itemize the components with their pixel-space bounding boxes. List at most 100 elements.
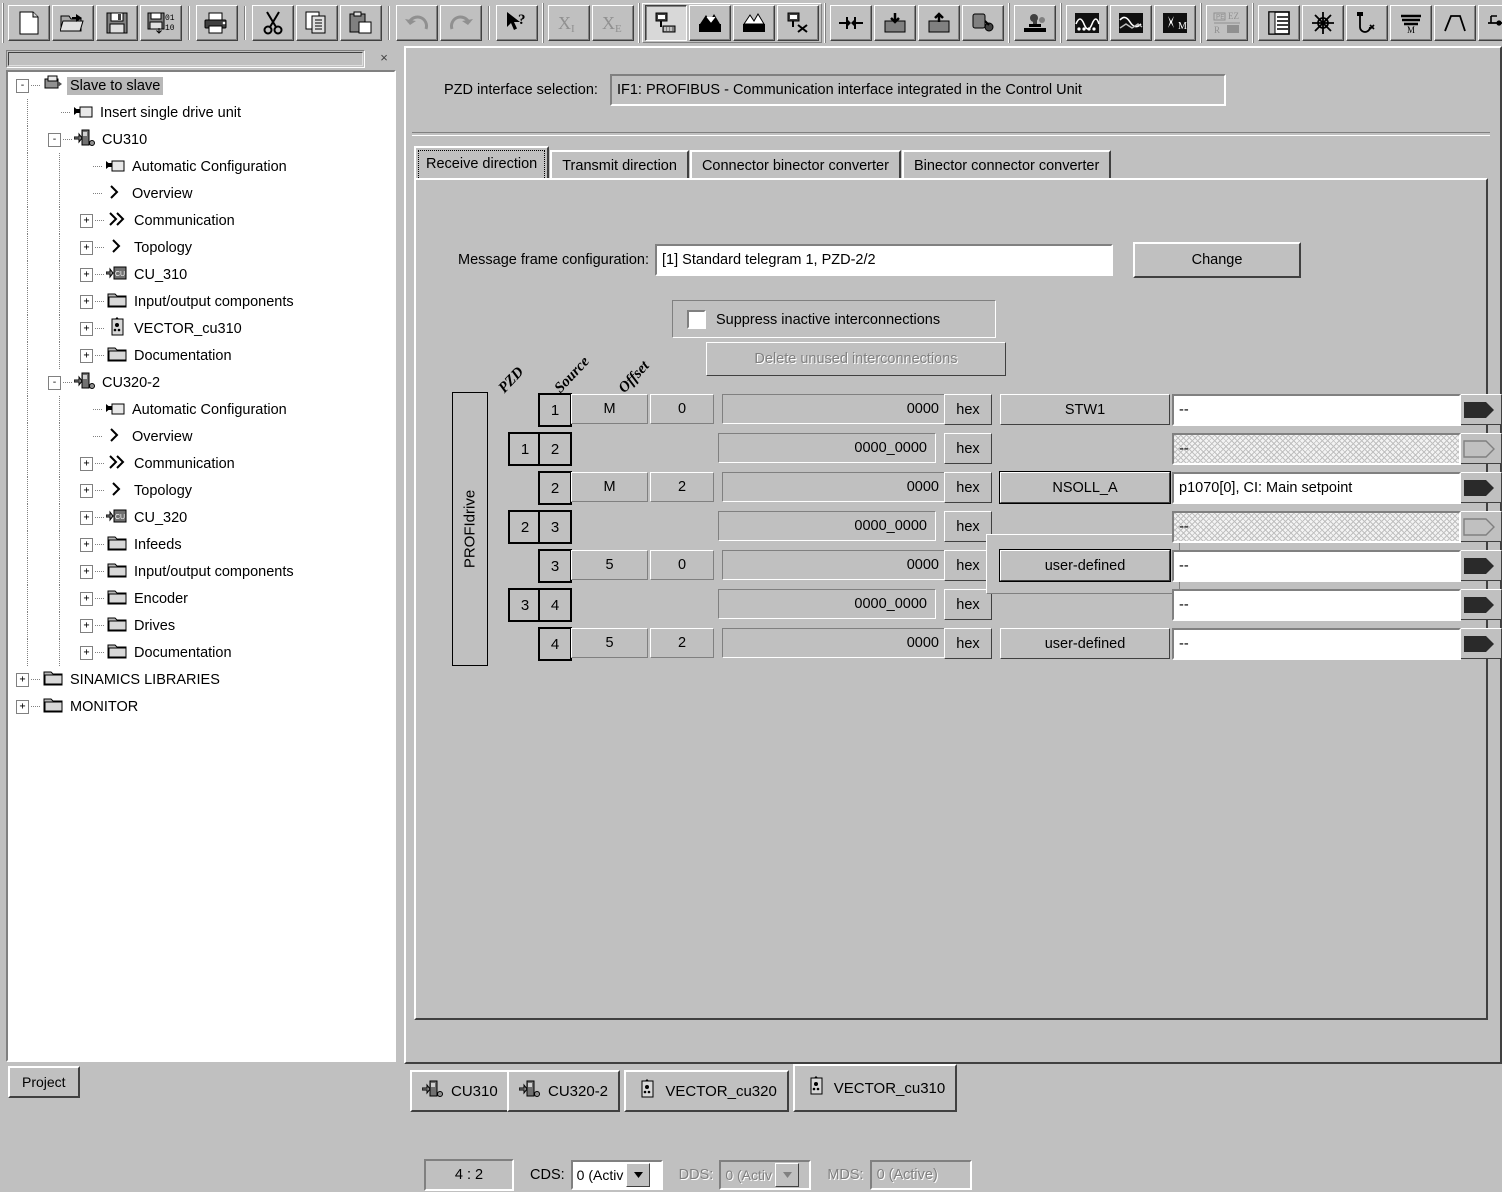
measuring-function-icon[interactable]: M [1154,4,1196,41]
tree-item[interactable]: + Infeeds [8,531,394,558]
cut-icon[interactable] [252,4,294,41]
pzd-interface-value[interactable]: IF1: PROFIBUS - Communication interface … [609,74,1226,106]
value-field[interactable]: 0000_0000 [718,433,936,463]
tree-expand-toggle[interactable]: + [16,699,29,714]
upload-from-target-icon[interactable] [733,4,775,41]
value-field[interactable]: 0000 [722,550,948,580]
trace-icon[interactable] [1066,4,1108,41]
value-field[interactable]: 0000_0000 [718,589,936,619]
signal-name-button[interactable]: STW1 [1000,394,1170,425]
hex-toggle-button[interactable]: hex [944,550,992,581]
tree-item[interactable]: + VECTOR_cu310 [8,315,394,342]
tree-expand-toggle[interactable]: + [80,645,93,660]
load-from-filesystem-icon[interactable] [918,4,960,41]
help-pointer-icon[interactable]: ? [496,4,538,41]
suppress-inactive-checkbox[interactable] [687,310,706,329]
tree-collapse-toggle[interactable]: - [48,375,61,390]
tree-item[interactable]: - Slave to slave [8,72,394,99]
value-field[interactable]: 0000 [722,472,948,502]
tree-item[interactable]: + Topology [8,234,394,261]
signal-flow-icon[interactable] [1478,4,1502,41]
tab-receive-direction[interactable]: Receive direction [414,146,550,180]
interconnection-field[interactable]: -- [1172,589,1461,621]
connector-filled-icon[interactable] [1456,589,1502,620]
activate-offline-icon[interactable] [962,4,1004,41]
tree-item[interactable]: Automatic Configuration [8,153,394,180]
signal-name-button[interactable]: user-defined [1000,628,1170,659]
tree-expand-toggle[interactable]: + [80,591,93,606]
print-icon[interactable] [196,4,238,41]
device-trace-icon[interactable] [1302,4,1344,41]
tab-project[interactable]: Project [8,1066,80,1098]
tree-item[interactable]: + CU CU_310 [8,261,394,288]
tree-expand-toggle[interactable]: + [80,510,93,525]
interconnection-field[interactable]: -- [1172,628,1461,660]
tree-item[interactable]: + Communication [8,207,394,234]
compare-icon[interactable] [830,4,872,41]
new-document-icon[interactable] [8,4,50,41]
connector-filled-icon[interactable] [1456,394,1502,425]
parameter-list-icon[interactable] [1258,4,1300,41]
tab-transmit-direction[interactable]: Transmit direction [550,150,689,180]
tree-item[interactable]: + CU CU_320 [8,504,394,531]
interconnection-field[interactable]: -- [1172,394,1461,426]
download-to-target-icon[interactable] [689,4,731,41]
tree-item[interactable]: Insert single drive unit [8,99,394,126]
offset-cell[interactable]: 2 [650,628,714,658]
source-cell[interactable]: 5 [571,550,648,580]
source-cell[interactable]: 5 [571,628,648,658]
tree-expand-toggle[interactable]: + [80,294,93,309]
chevron-down-icon[interactable] [626,1163,651,1187]
interconnection-field[interactable]: -- [1172,433,1461,465]
document-tab[interactable]: VECTOR_cu310 [792,1064,958,1112]
project-tree[interactable]: - Slave to slave Insert single drive unit -… [6,70,396,1062]
offset-cell[interactable]: 2 [650,472,714,502]
ez-report-icon[interactable]: PE EZ R [1206,4,1248,41]
connector-empty-icon[interactable] [1456,511,1502,542]
motor-data-icon[interactable]: M [1390,4,1432,41]
tree-item[interactable]: + Documentation [8,342,394,369]
connect-target-system-icon[interactable] [645,4,687,41]
dds-select[interactable]: 0 (Activ [719,1160,812,1190]
source-cell[interactable]: M [571,472,648,502]
document-tab[interactable]: CU320-2 [507,1070,621,1112]
load-to-filesystem-icon[interactable] [874,4,916,41]
copy-icon[interactable] [296,4,338,41]
tree-collapse-toggle[interactable]: - [48,132,61,147]
hex-toggle-button[interactable]: hex [944,589,992,620]
value-field[interactable]: 0000 [722,628,948,658]
source-cell[interactable]: M [571,394,648,424]
signal-name-button[interactable]: NSOLL_A [999,471,1171,504]
chevron-down-icon[interactable] [775,1163,799,1187]
expert-list-import-icon[interactable]: XI [548,4,590,41]
tab-binector-connector-converter[interactable]: Binector connector converter [901,150,1112,180]
document-tab[interactable]: VECTOR_cu320 [624,1070,789,1112]
value-field[interactable]: 0000_0000 [718,511,936,541]
tree-item[interactable]: + Communication [8,450,394,477]
function-generator-icon[interactable] [1110,4,1152,41]
delete-unused-interconnections-button[interactable]: Delete unused interconnections [706,342,1006,376]
save-compile-icon[interactable]: 01 10 [140,4,182,41]
tree-expand-toggle[interactable]: + [80,240,93,255]
tree-item[interactable]: Automatic Configuration [8,396,394,423]
open-project-icon[interactable] [52,4,94,41]
tree-item[interactable]: + Documentation [8,639,394,666]
diagnostics-overview-icon[interactable] [1014,4,1056,41]
tree-expand-toggle[interactable]: + [80,267,93,282]
hex-toggle-button[interactable]: hex [944,394,992,425]
connector-empty-icon[interactable] [1456,433,1502,464]
connector-filled-icon[interactable] [1456,472,1502,503]
tab-connector-binector-converter[interactable]: Connector binector converter [689,150,901,180]
tree-item[interactable]: - CU310 [8,126,394,153]
tree-expand-toggle[interactable]: + [80,456,93,471]
offset-cell[interactable]: 0 [650,394,714,424]
expert-list-export-icon[interactable]: XE [592,4,634,41]
hex-toggle-button[interactable]: hex [944,628,992,659]
tree-item[interactable]: + Encoder [8,585,394,612]
save-project-icon[interactable] [96,4,138,41]
change-button[interactable]: Change [1133,242,1302,278]
document-tab[interactable]: CU310 [410,1070,510,1112]
tree-item[interactable]: + Input/output components [8,288,394,315]
interconnection-field[interactable]: p1070[0], CI: Main setpoint [1172,472,1461,504]
drive-axis-icon[interactable] [1346,4,1388,41]
